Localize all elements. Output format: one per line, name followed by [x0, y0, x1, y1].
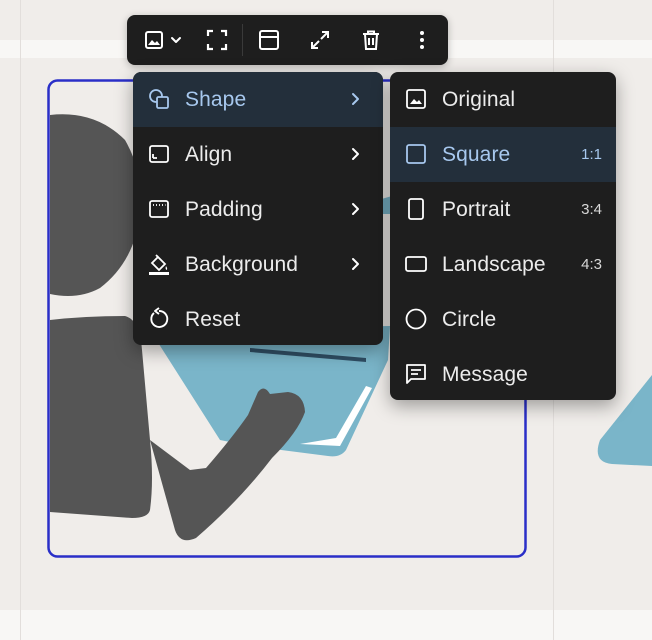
layout-panel-icon — [259, 30, 279, 50]
image-toolbar — [127, 15, 448, 65]
submenu-item-label: Landscape — [442, 252, 546, 276]
image-icon — [145, 31, 181, 49]
menu-item-label: Shape — [185, 87, 247, 111]
more-vertical-icon — [420, 31, 424, 49]
align-icon — [149, 145, 169, 163]
aspect-ratio-label: 4:3 — [581, 256, 602, 273]
reset-icon — [150, 307, 169, 328]
crop-button[interactable] — [199, 15, 235, 65]
chevron-right-icon — [352, 258, 359, 270]
aspect-ratio-label: 3:4 — [581, 201, 602, 218]
chevron-right-icon — [352, 148, 359, 160]
paint-bucket-icon — [149, 254, 169, 275]
submenu-item-label: Message — [442, 362, 528, 386]
expand-arrows-icon — [311, 31, 329, 49]
submenu-item-landscape[interactable]: Landscape 4:3 — [390, 237, 616, 292]
delete-button[interactable] — [353, 15, 389, 65]
menu-item-label: Align — [185, 142, 233, 166]
submenu-item-message[interactable]: Message — [390, 347, 616, 400]
more-button[interactable] — [404, 15, 440, 65]
submenu-item-circle[interactable]: Circle — [390, 292, 616, 347]
submenu-item-original[interactable]: Original — [390, 72, 616, 127]
menu-item-shape[interactable]: Shape — [133, 72, 383, 127]
image-type-button[interactable] — [135, 15, 191, 65]
menu-item-align[interactable]: Align — [133, 127, 383, 182]
toolbar-divider — [242, 24, 243, 56]
person-body — [50, 316, 152, 518]
submenu-item-label: Circle — [442, 307, 497, 331]
menu-item-label: Reset — [185, 307, 241, 331]
message-icon — [406, 364, 426, 384]
submenu-item-label: Square — [442, 142, 511, 166]
square-icon — [406, 144, 426, 164]
menu-item-reset[interactable]: Reset — [133, 292, 383, 345]
chevron-right-icon — [352, 93, 359, 105]
landscape-icon — [405, 256, 427, 272]
person-head — [50, 114, 141, 297]
trash-icon — [363, 30, 379, 50]
submenu-item-portrait[interactable]: Portrait 3:4 — [390, 182, 616, 237]
image-options-menu: Shape Align Padding Background Reset — [133, 72, 383, 345]
submenu-item-label: Portrait — [442, 197, 511, 221]
menu-item-label: Padding — [185, 197, 263, 221]
padding-icon — [149, 200, 169, 218]
layout-button[interactable] — [251, 15, 287, 65]
menu-item-padding[interactable]: Padding — [133, 182, 383, 237]
crop-frame-icon — [206, 29, 228, 51]
menu-item-label: Background — [185, 252, 299, 276]
portrait-icon — [408, 198, 424, 220]
menu-item-background[interactable]: Background — [133, 237, 383, 292]
image-icon — [406, 89, 426, 109]
circle-icon — [405, 308, 427, 330]
submenu-item-label: Original — [442, 87, 516, 111]
expand-button[interactable] — [302, 15, 338, 65]
aspect-ratio-label: 1:1 — [581, 146, 602, 163]
shape-submenu: Original Square 1:1 Portrait 3:4 Landsca… — [390, 72, 616, 400]
chevron-right-icon — [352, 203, 359, 215]
submenu-item-square[interactable]: Square 1:1 — [390, 127, 616, 182]
shapes-icon — [149, 89, 169, 109]
